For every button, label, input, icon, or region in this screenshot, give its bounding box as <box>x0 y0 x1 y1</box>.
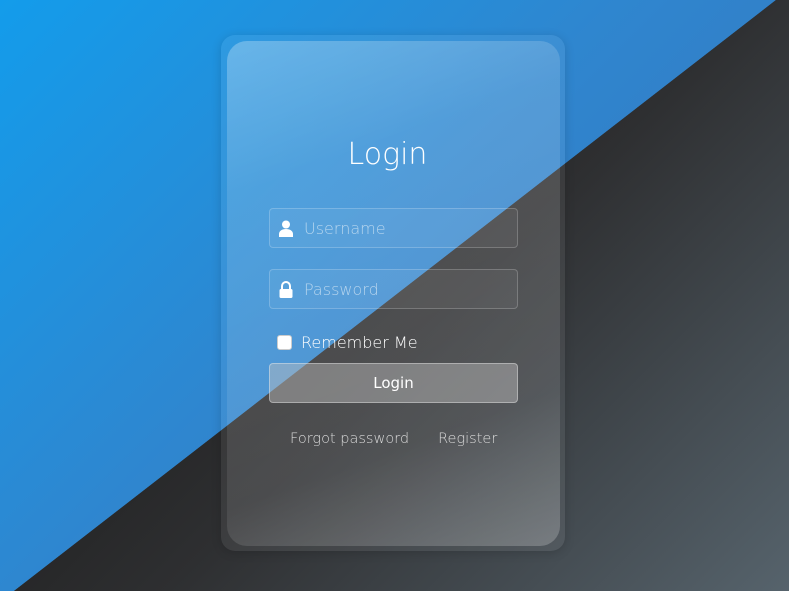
login-card: Login Remember Me Login Forgot password … <box>221 35 565 551</box>
page-title: Login <box>347 137 428 172</box>
remember-checkbox[interactable] <box>277 335 292 350</box>
username-field[interactable] <box>269 208 518 248</box>
forgot-password-link[interactable]: Forgot password <box>290 431 409 447</box>
remember-me[interactable]: Remember Me <box>277 333 418 352</box>
register-link[interactable]: Register <box>438 431 497 447</box>
password-field[interactable] <box>269 269 518 309</box>
remember-label: Remember Me <box>301 333 418 352</box>
login-card-inner: Login Remember Me Login Forgot password … <box>227 41 560 546</box>
login-button[interactable]: Login <box>269 363 518 403</box>
username-input[interactable] <box>304 218 504 238</box>
lock-icon <box>279 280 293 298</box>
password-input[interactable] <box>304 279 504 299</box>
user-icon <box>279 220 293 237</box>
